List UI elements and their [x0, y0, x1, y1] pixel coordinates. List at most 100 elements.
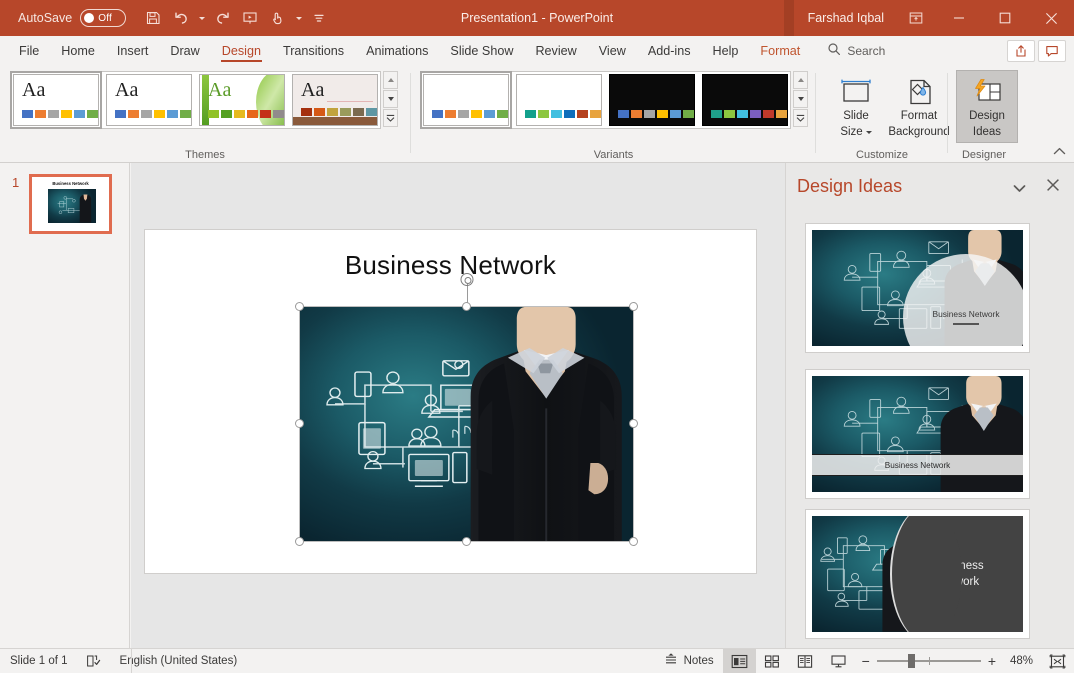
touch-mode-dropdown-icon[interactable]: [293, 5, 304, 31]
zoom-midpoint: [928, 657, 930, 665]
slide-number-label: 1: [12, 175, 20, 190]
resize-handle-bottom-right[interactable]: [629, 537, 638, 546]
notes-label: Notes: [683, 655, 714, 667]
share-icon[interactable]: [1007, 39, 1035, 62]
slide-picture-selection[interactable]: [295, 273, 638, 546]
design-idea-3[interactable]: Business Network: [805, 509, 1030, 639]
collapse-ribbon-icon[interactable]: [1053, 146, 1066, 160]
variant-4[interactable]: [702, 74, 788, 126]
slide-indicator[interactable]: Slide 1 of 1: [0, 649, 77, 673]
account-divider: [783, 0, 794, 36]
variants-scroll-down-icon[interactable]: [793, 90, 808, 108]
zoom-slider[interactable]: [876, 649, 981, 673]
resize-handle-bottom-left[interactable]: [295, 537, 304, 546]
design-idea-2[interactable]: Business Network: [805, 369, 1030, 499]
variant-2[interactable]: [516, 74, 602, 126]
customize-quick-access-icon[interactable]: [306, 5, 332, 31]
zoom-slider-handle[interactable]: [908, 654, 915, 668]
tab-file[interactable]: File: [8, 36, 50, 65]
group-divider: [410, 73, 411, 153]
variants-gallery: [420, 71, 808, 129]
themes-scroll-up-icon[interactable]: [383, 71, 398, 89]
slide-thumbnail-1[interactable]: Business Network: [29, 174, 112, 234]
tab-home[interactable]: Home: [50, 36, 106, 65]
variant-3[interactable]: [609, 74, 695, 126]
undo-dropdown-icon[interactable]: [196, 5, 207, 31]
tab-insert[interactable]: Insert: [106, 36, 160, 65]
theme-facet[interactable]: Aa: [199, 74, 285, 126]
resize-handle-middle-left[interactable]: [295, 419, 304, 428]
resize-handle-top-right[interactable]: [629, 302, 638, 311]
variants-scroll[interactable]: [793, 71, 808, 127]
resize-handle-middle-right[interactable]: [629, 419, 638, 428]
design-idea-1[interactable]: Business Network: [805, 223, 1030, 353]
zoom-level-label[interactable]: 48%: [1003, 655, 1033, 667]
close-icon[interactable]: [1046, 178, 1060, 195]
chevron-down-icon[interactable]: [865, 131, 872, 134]
autosave-toggle[interactable]: Off: [80, 9, 127, 27]
variant-1[interactable]: [420, 71, 512, 129]
undo-icon[interactable]: [168, 5, 194, 31]
zoom-out-button[interactable]: −: [862, 653, 870, 669]
reading-view-button[interactable]: [789, 649, 822, 673]
theme-wisp[interactable]: Aa: [292, 74, 378, 126]
redo-icon[interactable]: [209, 5, 235, 31]
tab-view[interactable]: View: [588, 36, 637, 65]
ribbon-group-variants: Variants: [412, 65, 815, 163]
design-ideas-icon: [970, 71, 1004, 107]
theme-office[interactable]: Aa: [10, 71, 102, 129]
account-name[interactable]: Farshad Iqbal: [793, 11, 896, 25]
zoom-in-button[interactable]: +: [988, 653, 996, 669]
maximize-icon[interactable]: [982, 0, 1028, 36]
tab-review[interactable]: Review: [524, 36, 587, 65]
tab-transitions[interactable]: Transitions: [272, 36, 355, 65]
tab-help[interactable]: Help: [702, 36, 750, 65]
ribbon-display-options-icon[interactable]: [896, 0, 936, 36]
fit-to-window-button[interactable]: [1040, 649, 1074, 673]
ribbon-group-designer: Design Ideas Designer: [949, 65, 1074, 163]
slide-size-button[interactable]: Slide Size: [825, 71, 887, 139]
status-divider: [131, 649, 132, 673]
slide-sorter-button[interactable]: [756, 649, 789, 673]
themes-more-icon[interactable]: [383, 109, 398, 127]
save-icon[interactable]: [140, 5, 166, 31]
chevron-down-icon[interactable]: [1013, 182, 1026, 196]
notes-button[interactable]: Notes: [655, 649, 723, 673]
tab-draw[interactable]: Draw: [159, 36, 210, 65]
resize-handle-bottom-center[interactable]: [462, 537, 471, 546]
comment-icon[interactable]: [1038, 39, 1066, 62]
rotate-handle[interactable]: [460, 273, 473, 286]
tab-slide-show[interactable]: Slide Show: [439, 36, 524, 65]
search-label: Search: [847, 43, 886, 58]
design-ideas-button[interactable]: Design Ideas: [956, 70, 1018, 143]
variants-more-icon[interactable]: [793, 109, 808, 127]
accessibility-checker-icon[interactable]: [77, 649, 111, 673]
slide-size-icon: [839, 71, 873, 107]
touch-mouse-mode-icon[interactable]: [265, 5, 291, 31]
status-bar: Slide 1 of 1 English (United States) Not…: [0, 648, 1074, 673]
search-box[interactable]: Search: [811, 36, 895, 65]
autosave-control[interactable]: AutoSave Off: [18, 9, 127, 27]
slide-editing-surface[interactable]: Business Network: [144, 229, 757, 574]
slide-thumbnail-pane[interactable]: 1 Business Network: [0, 163, 130, 648]
tab-add-ins[interactable]: Add-ins: [637, 36, 702, 65]
themes-scroll-down-icon[interactable]: [383, 90, 398, 108]
tab-design[interactable]: Design: [211, 36, 272, 65]
close-icon[interactable]: [1028, 0, 1074, 36]
title-bar-right: Farshad Iqbal: [783, 0, 1074, 36]
variants-scroll-up-icon[interactable]: [793, 71, 808, 89]
slide-show-button[interactable]: [822, 649, 855, 673]
resize-handle-top-left[interactable]: [295, 302, 304, 311]
design-idea-2-band: Business Network: [812, 454, 1023, 476]
design-idea-3-preview: Business Network: [812, 516, 1023, 632]
themes-scroll[interactable]: [383, 71, 398, 127]
tab-format[interactable]: Format: [749, 36, 811, 65]
start-presentation-icon[interactable]: [237, 5, 263, 31]
tab-strip-actions: [1007, 36, 1074, 65]
resize-handle-top-center[interactable]: [462, 302, 471, 311]
tab-animations[interactable]: Animations: [355, 36, 439, 65]
normal-view-button[interactable]: [722, 648, 756, 673]
slide-title-text[interactable]: Business Network: [185, 250, 716, 281]
minimize-icon[interactable]: [936, 0, 982, 36]
theme-office-2[interactable]: Aa: [106, 74, 192, 126]
